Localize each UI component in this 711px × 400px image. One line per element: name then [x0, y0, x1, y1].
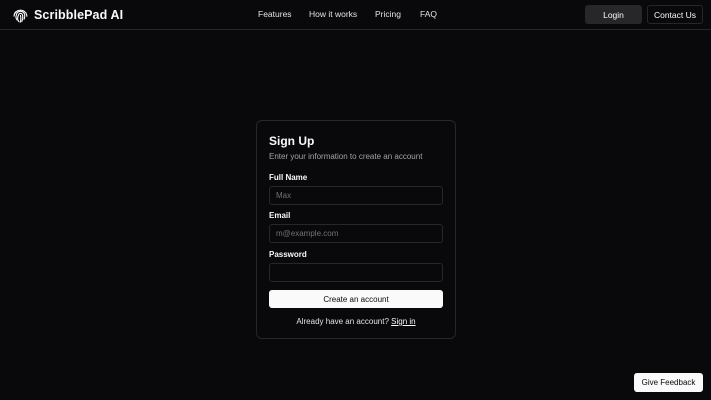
- login-button[interactable]: Login: [585, 5, 642, 24]
- nav-faq[interactable]: FAQ: [420, 9, 437, 19]
- email-label: Email: [269, 211, 291, 220]
- full-name-input[interactable]: [269, 186, 443, 205]
- signin-prompt-text: Already have an account?: [296, 317, 389, 326]
- nav-how-it-works[interactable]: How it works: [309, 9, 357, 19]
- nav-pricing[interactable]: Pricing: [375, 9, 401, 19]
- give-feedback-button[interactable]: Give Feedback: [634, 373, 703, 392]
- signin-prompt-row: Already have an account? Sign in: [257, 317, 455, 326]
- email-input[interactable]: [269, 224, 443, 243]
- create-account-button[interactable]: Create an account: [269, 290, 443, 308]
- signin-link[interactable]: Sign in: [391, 317, 415, 326]
- signup-card: Sign Up Enter your information to create…: [256, 120, 456, 339]
- signup-title: Sign Up: [269, 134, 315, 148]
- password-input[interactable]: [269, 263, 443, 282]
- signup-subtitle: Enter your information to create an acco…: [269, 152, 423, 161]
- password-label: Password: [269, 250, 307, 259]
- nav-features[interactable]: Features: [258, 9, 292, 19]
- contact-us-button[interactable]: Contact Us: [647, 5, 703, 24]
- full-name-label: Full Name: [269, 173, 308, 182]
- top-header: ScribblePad AI Features How it works Pri…: [0, 0, 711, 30]
